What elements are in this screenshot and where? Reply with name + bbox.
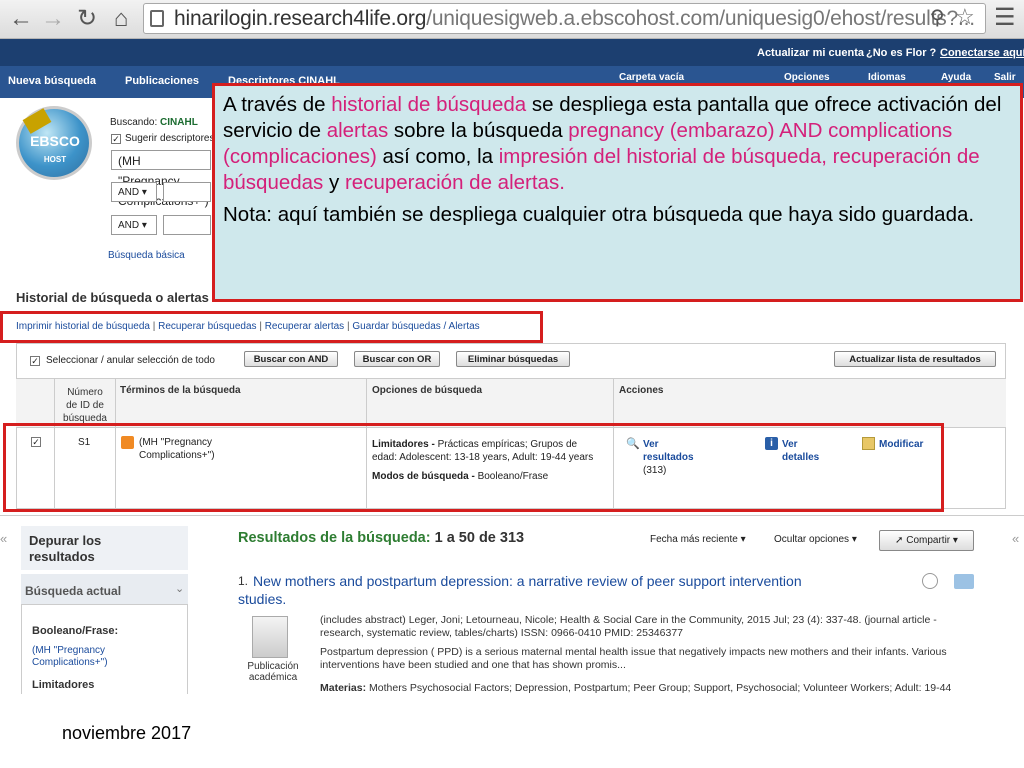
retrieve-searches-link[interactable]: Recuperar búsquedas [158, 321, 256, 332]
refine-results-header: Depurar los resultados [21, 526, 188, 570]
searching-label: Buscando: CINAHL [110, 117, 198, 128]
nav-languages[interactable]: Idiomas [868, 72, 906, 83]
search-or-button[interactable]: Buscar con OR [354, 351, 440, 367]
callout-note: Nota: aquí también se despliega cualquie… [223, 203, 975, 226]
nav-help[interactable]: Ayuda [941, 72, 971, 83]
pub-type-label: Publicación académica [247, 661, 299, 683]
not-user-link[interactable]: ¿No es Flor ? [866, 47, 936, 59]
select-all-checkbox[interactable]: ✓ [30, 356, 40, 366]
print-history-link[interactable]: Imprimir historial de búsqueda [16, 321, 150, 332]
row-checkbox[interactable]: ✓ [31, 437, 41, 447]
result-title-link[interactable]: New mothers and postpartum depression: a… [238, 572, 838, 608]
share-button[interactable]: ➚ Compartir ▾ [879, 530, 974, 551]
bookmark-star-icon[interactable]: ☆ [955, 4, 975, 30]
back-arrow-icon[interactable]: ← [6, 4, 36, 34]
search-input-1[interactable]: (MH "Pregnancy Complications+") [111, 150, 211, 208]
edit-icon[interactable] [862, 437, 875, 450]
row-options: Limitadores - Prácticas empíricas; Grupo… [372, 439, 594, 482]
chevron-down-icon[interactable]: ⌄ [175, 582, 184, 595]
bool-select-1[interactable]: AND ▾ [111, 182, 157, 202]
col-search-id[interactable]: Número de ID de búsqueda [56, 386, 114, 425]
select-all-label: Seleccionar / anular selección de todo [46, 355, 215, 366]
view-results-icon[interactable]: 🔍 [626, 437, 640, 450]
row-search-terms: (MH "Pregnancy Complications+") [139, 437, 215, 461]
nav-preferences[interactable]: Opciones [784, 72, 830, 83]
collapse-right-icon[interactable]: « [1012, 531, 1019, 546]
nav-new-search[interactable]: Nueva búsqueda [8, 75, 96, 87]
callout-paragraph-1: A través de historial de búsqueda se des… [223, 93, 1002, 194]
retrieve-alerts-link[interactable]: Recuperar alertas [265, 321, 344, 332]
nav-publications[interactable]: Publicaciones [125, 75, 199, 87]
page-icon [150, 10, 164, 27]
search-and-button[interactable]: Buscar con AND [244, 351, 338, 367]
view-results-link[interactable]: Ver resultados (313) [643, 438, 694, 477]
footer-date: noviembre 2017 [62, 723, 192, 743]
forward-arrow-icon[interactable]: → [38, 4, 68, 34]
history-links: Imprimir historial de búsqueda | Recuper… [16, 321, 480, 332]
address-bar[interactable]: hinarilogin.research4life.org/uniquesigw… [143, 3, 986, 34]
browser-toolbar: ← → ↻ ⌂ hinarilogin.research4life.org/un… [0, 0, 1024, 39]
reload-icon[interactable]: ↻ [72, 4, 102, 34]
home-icon[interactable]: ⌂ [106, 4, 136, 34]
suggest-checkbox[interactable]: ✓ [111, 134, 121, 144]
ebsco-host-logo[interactable]: EBSCO HOST [16, 106, 92, 180]
my-account-link[interactable]: Actualizar mi cuenta [757, 47, 864, 59]
row-search-id: S1 [78, 437, 91, 448]
ebsco-top-bar: Actualizar mi cuenta ¿No es Flor ? Conec… [0, 39, 1024, 66]
explanation-callout: A través de historial de búsqueda se des… [212, 83, 1023, 302]
current-search-header[interactable]: Búsqueda actual ⌄ [21, 574, 188, 608]
login-link[interactable]: Conectarse aquí [940, 47, 1024, 59]
menu-icon[interactable]: ☰ [994, 3, 1016, 32]
refine-title: Depurar los resultados [29, 533, 102, 564]
nav-exit[interactable]: Salir [994, 72, 1016, 83]
info-icon[interactable]: i [765, 437, 778, 450]
rss-icon[interactable] [121, 436, 134, 449]
save-searches-link[interactable]: Guardar búsquedas / Alertas [352, 321, 479, 332]
sort-dropdown[interactable]: Fecha más reciente ▾ [650, 534, 746, 545]
collapse-left-icon[interactable]: « [0, 531, 7, 546]
basic-search-link[interactable]: Búsqueda básica [108, 250, 185, 261]
modify-link[interactable]: Modificar [879, 438, 923, 451]
nav-folder[interactable]: Carpeta vacía [619, 72, 684, 83]
add-to-folder-icon[interactable] [954, 574, 974, 589]
journal-icon [252, 616, 288, 658]
current-search-label: Búsqueda actual [25, 584, 122, 598]
col-search-terms: Términos de la búsqueda [120, 385, 241, 396]
result-abstract: Postpartum depression ( PPD) is a seriou… [320, 646, 947, 671]
search-input-3[interactable] [163, 215, 211, 235]
result-meta: (includes abstract) Leger, Joni; Letourn… [320, 614, 937, 639]
bool-select-2[interactable]: AND ▾ [111, 215, 157, 235]
boolean-query[interactable]: (MH "Pregnancy Complications+") [32, 645, 142, 669]
delete-searches-button[interactable]: Eliminar búsquedas [456, 351, 570, 367]
search-input-2[interactable] [163, 182, 211, 202]
history-title: Historial de búsqueda o alertas [16, 290, 209, 305]
current-search-panel: Booleano/Frase: (MH "Pregnancy Complicat… [21, 604, 188, 704]
limiters-label: Limitadores [32, 679, 95, 691]
divider [0, 515, 1024, 516]
boolean-label: Booleano/Frase: [32, 625, 119, 637]
url-text: hinarilogin.research4life.org/uniquesigw… [174, 7, 975, 30]
view-details-link[interactable]: Ver detalles [782, 438, 819, 464]
results-heading: Resultados de la búsqueda: 1 a 50 de 313 [238, 530, 525, 546]
col-search-options: Opciones de búsqueda [372, 385, 483, 396]
update-results-button[interactable]: Actualizar lista de resultados [834, 351, 996, 367]
hide-options-dropdown[interactable]: Ocultar opciones ▾ [774, 534, 857, 545]
search-icon[interactable]: ⚲ [930, 5, 945, 30]
col-actions: Acciones [619, 385, 664, 396]
suggest-label: Sugerir descriptores [125, 133, 215, 144]
preview-icon[interactable] [922, 573, 938, 589]
